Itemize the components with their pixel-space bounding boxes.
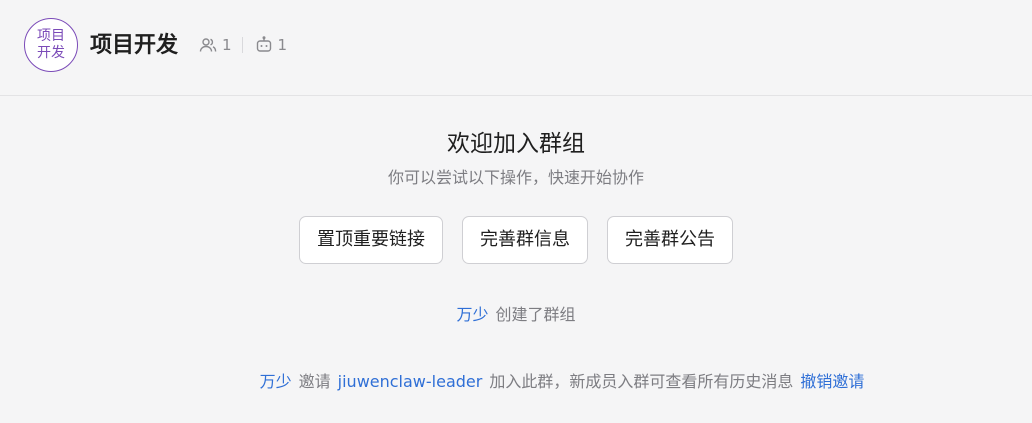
- meta-divider: [241, 37, 243, 53]
- avatar-text-line2: 开发: [37, 45, 65, 61]
- robot-icon[interactable]: [255, 36, 273, 54]
- pin-links-button[interactable]: 置顶重要链接: [299, 216, 443, 264]
- welcome-title: 欢迎加入群组: [447, 131, 585, 157]
- group-meta: 1 1: [199, 35, 287, 55]
- members-icon[interactable]: [199, 36, 217, 54]
- revoke-invite-link[interactable]: 撤销邀请: [800, 372, 864, 391]
- invite-verb: 邀请: [298, 372, 331, 391]
- edit-group-notice-button[interactable]: 完善群公告: [607, 216, 733, 264]
- member-count[interactable]: 1: [222, 36, 232, 54]
- welcome-subtitle: 你可以尝试以下操作，快速开始协作: [387, 168, 644, 187]
- created-text: 创建了群组: [495, 305, 576, 324]
- invite-text: 加入此群，新成员入群可查看所有历史消息: [489, 372, 794, 391]
- creator-link[interactable]: 万少: [456, 305, 488, 324]
- inviter-link[interactable]: 万少: [260, 372, 292, 391]
- quick-actions: 置顶重要链接 完善群信息 完善群公告: [0, 216, 1032, 264]
- group-title[interactable]: 项目开发: [90, 31, 178, 61]
- group-avatar[interactable]: 项目 开发: [24, 18, 78, 72]
- avatar-text-line1: 项目: [37, 28, 65, 44]
- invitee-link[interactable]: jiuwenclaw-leader: [338, 372, 483, 391]
- system-message-invited: 万少 邀请 jiuwenclaw-leader 加入此群，新成员入群可查看所有历史消息…: [0, 370, 1032, 394]
- system-message-created: 万少 创建了群组: [0, 303, 1032, 327]
- edit-group-info-button[interactable]: 完善群信息: [462, 216, 588, 264]
- bot-count[interactable]: 1: [278, 36, 288, 54]
- group-header: 项目 开发 项目开发 1 1: [0, 0, 1032, 96]
